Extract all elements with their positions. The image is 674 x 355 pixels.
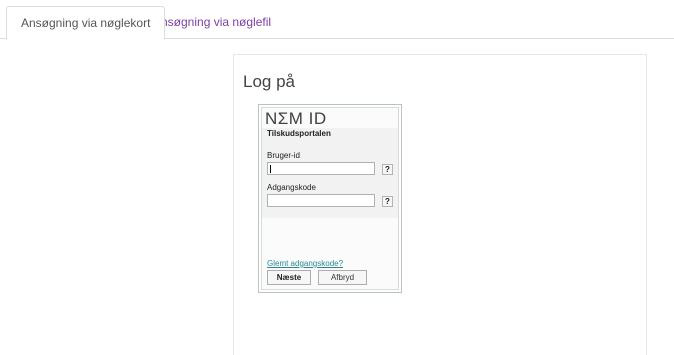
forgot-password-link[interactable]: Glemt adgangskode? [267, 259, 343, 268]
next-button[interactable]: Næste [267, 270, 311, 285]
nemid-login-box: NΣM ID Tilskudsportalen Bruger-id ? Adga… [258, 104, 402, 293]
cancel-button[interactable]: Afbryd [318, 270, 367, 285]
user-id-input[interactable] [267, 162, 375, 175]
nemid-frame: NΣM ID Tilskudsportalen Bruger-id ? Adga… [261, 107, 399, 290]
password-input[interactable] [267, 194, 375, 207]
portal-name: Tilskudsportalen [267, 129, 331, 138]
text-cursor [270, 165, 271, 173]
nemid-logo: NΣM ID [265, 109, 327, 128]
password-label: Adgangskode [267, 183, 316, 192]
password-help-button[interactable]: ? [382, 196, 393, 207]
tab-bar: Ansøgning via nøglekort Ansøgning via nø… [0, 0, 674, 40]
login-panel: Log på NΣM ID Tilskudsportalen Bruger-id… [233, 54, 647, 355]
tab-keycard[interactable]: Ansøgning via nøglekort [6, 6, 166, 40]
user-id-help-button[interactable]: ? [382, 164, 393, 175]
page-title: Log på [243, 72, 295, 91]
user-id-label: Bruger-id [267, 151, 300, 160]
